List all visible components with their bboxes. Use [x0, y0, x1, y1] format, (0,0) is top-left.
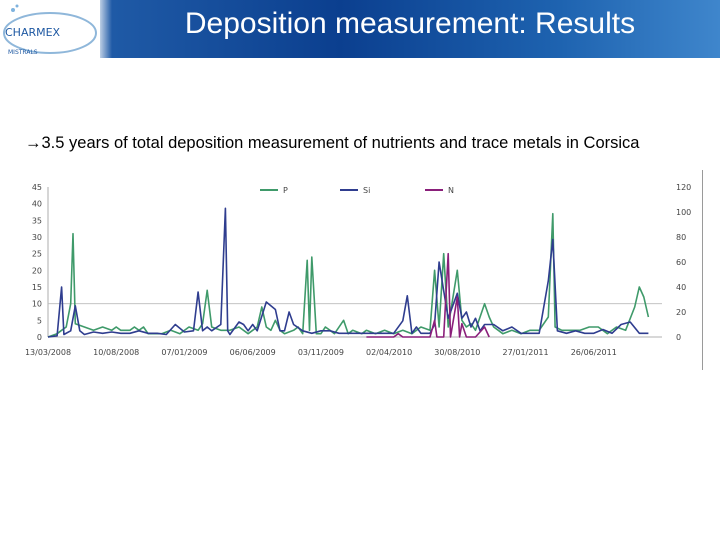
right-tick-label: 120 — [676, 183, 691, 192]
x-tick-label: 02/04/2010 — [366, 348, 412, 357]
x-tick-label: 07/01/2009 — [161, 348, 207, 357]
axis-lines — [47, 187, 662, 338]
logo-subtext: MISTRALS — [8, 49, 38, 56]
left-tick-label: 25 — [32, 250, 42, 259]
deposition-chart: 0 5 10 15 20 25 30 35 40 45 0 20 40 60 80 100 120 13/03… — [25, 183, 691, 357]
x-axis: 13/03/2008 10/08/2008 07/01/2009 06/06/2009… — [25, 348, 617, 357]
left-tick-label: 40 — [32, 200, 42, 209]
left-tick-label: 20 — [32, 266, 42, 275]
left-tick-label: 30 — [32, 233, 42, 242]
left-tick-label: 0 — [37, 333, 42, 342]
right-tick-label: 40 — [676, 283, 686, 292]
x-tick-label: 10/08/2008 — [93, 348, 139, 357]
left-tick-label: 45 — [32, 183, 42, 192]
right-tick-label: 80 — [676, 233, 686, 242]
logo-text: CHARMEX — [5, 26, 61, 39]
legend-label-n: N — [448, 186, 454, 195]
legend-label-si: Si — [363, 186, 370, 195]
right-tick-label: 20 — [676, 308, 686, 317]
legend-label-p: P — [283, 186, 288, 195]
right-tick-label: 100 — [676, 208, 691, 217]
x-tick-label: 30/08/2010 — [434, 348, 480, 357]
chart-legend: P Si N — [260, 186, 454, 195]
slide-divider — [702, 170, 703, 370]
right-tick-label: 0 — [676, 333, 681, 342]
left-tick-label: 5 — [37, 316, 42, 325]
right-tick-label: 60 — [676, 258, 686, 267]
left-tick-label: 35 — [32, 216, 42, 225]
left-axis: 0 5 10 15 20 25 30 35 40 45 — [32, 183, 42, 342]
slide-subtitle: →3.5 years of total deposition measureme… — [25, 134, 715, 153]
left-tick-label: 15 — [32, 283, 42, 292]
series-group — [47, 207, 650, 338]
x-tick-label: 03/11/2009 — [298, 348, 344, 357]
page-title: Deposition measurement: Results — [184, 7, 636, 40]
arrow-icon: → — [25, 134, 42, 152]
series-line-p — [47, 212, 650, 338]
x-tick-label: 06/06/2009 — [230, 348, 276, 357]
x-tick-label: 13/03/2008 — [25, 348, 71, 357]
header-banner: CHARMEX MISTRALS Deposition measurement:… — [0, 0, 720, 58]
series-line-si — [47, 207, 649, 338]
subtitle-text: 3.5 years of total deposition measuremen… — [41, 134, 640, 152]
x-tick-label: 26/06/2011 — [571, 348, 617, 357]
charmex-logo: CHARMEX MISTRALS — [0, 0, 100, 58]
right-axis: 0 20 40 60 80 100 120 — [676, 183, 691, 342]
x-tick-label: 27/01/2011 — [503, 348, 549, 357]
left-tick-label: 10 — [32, 300, 42, 309]
